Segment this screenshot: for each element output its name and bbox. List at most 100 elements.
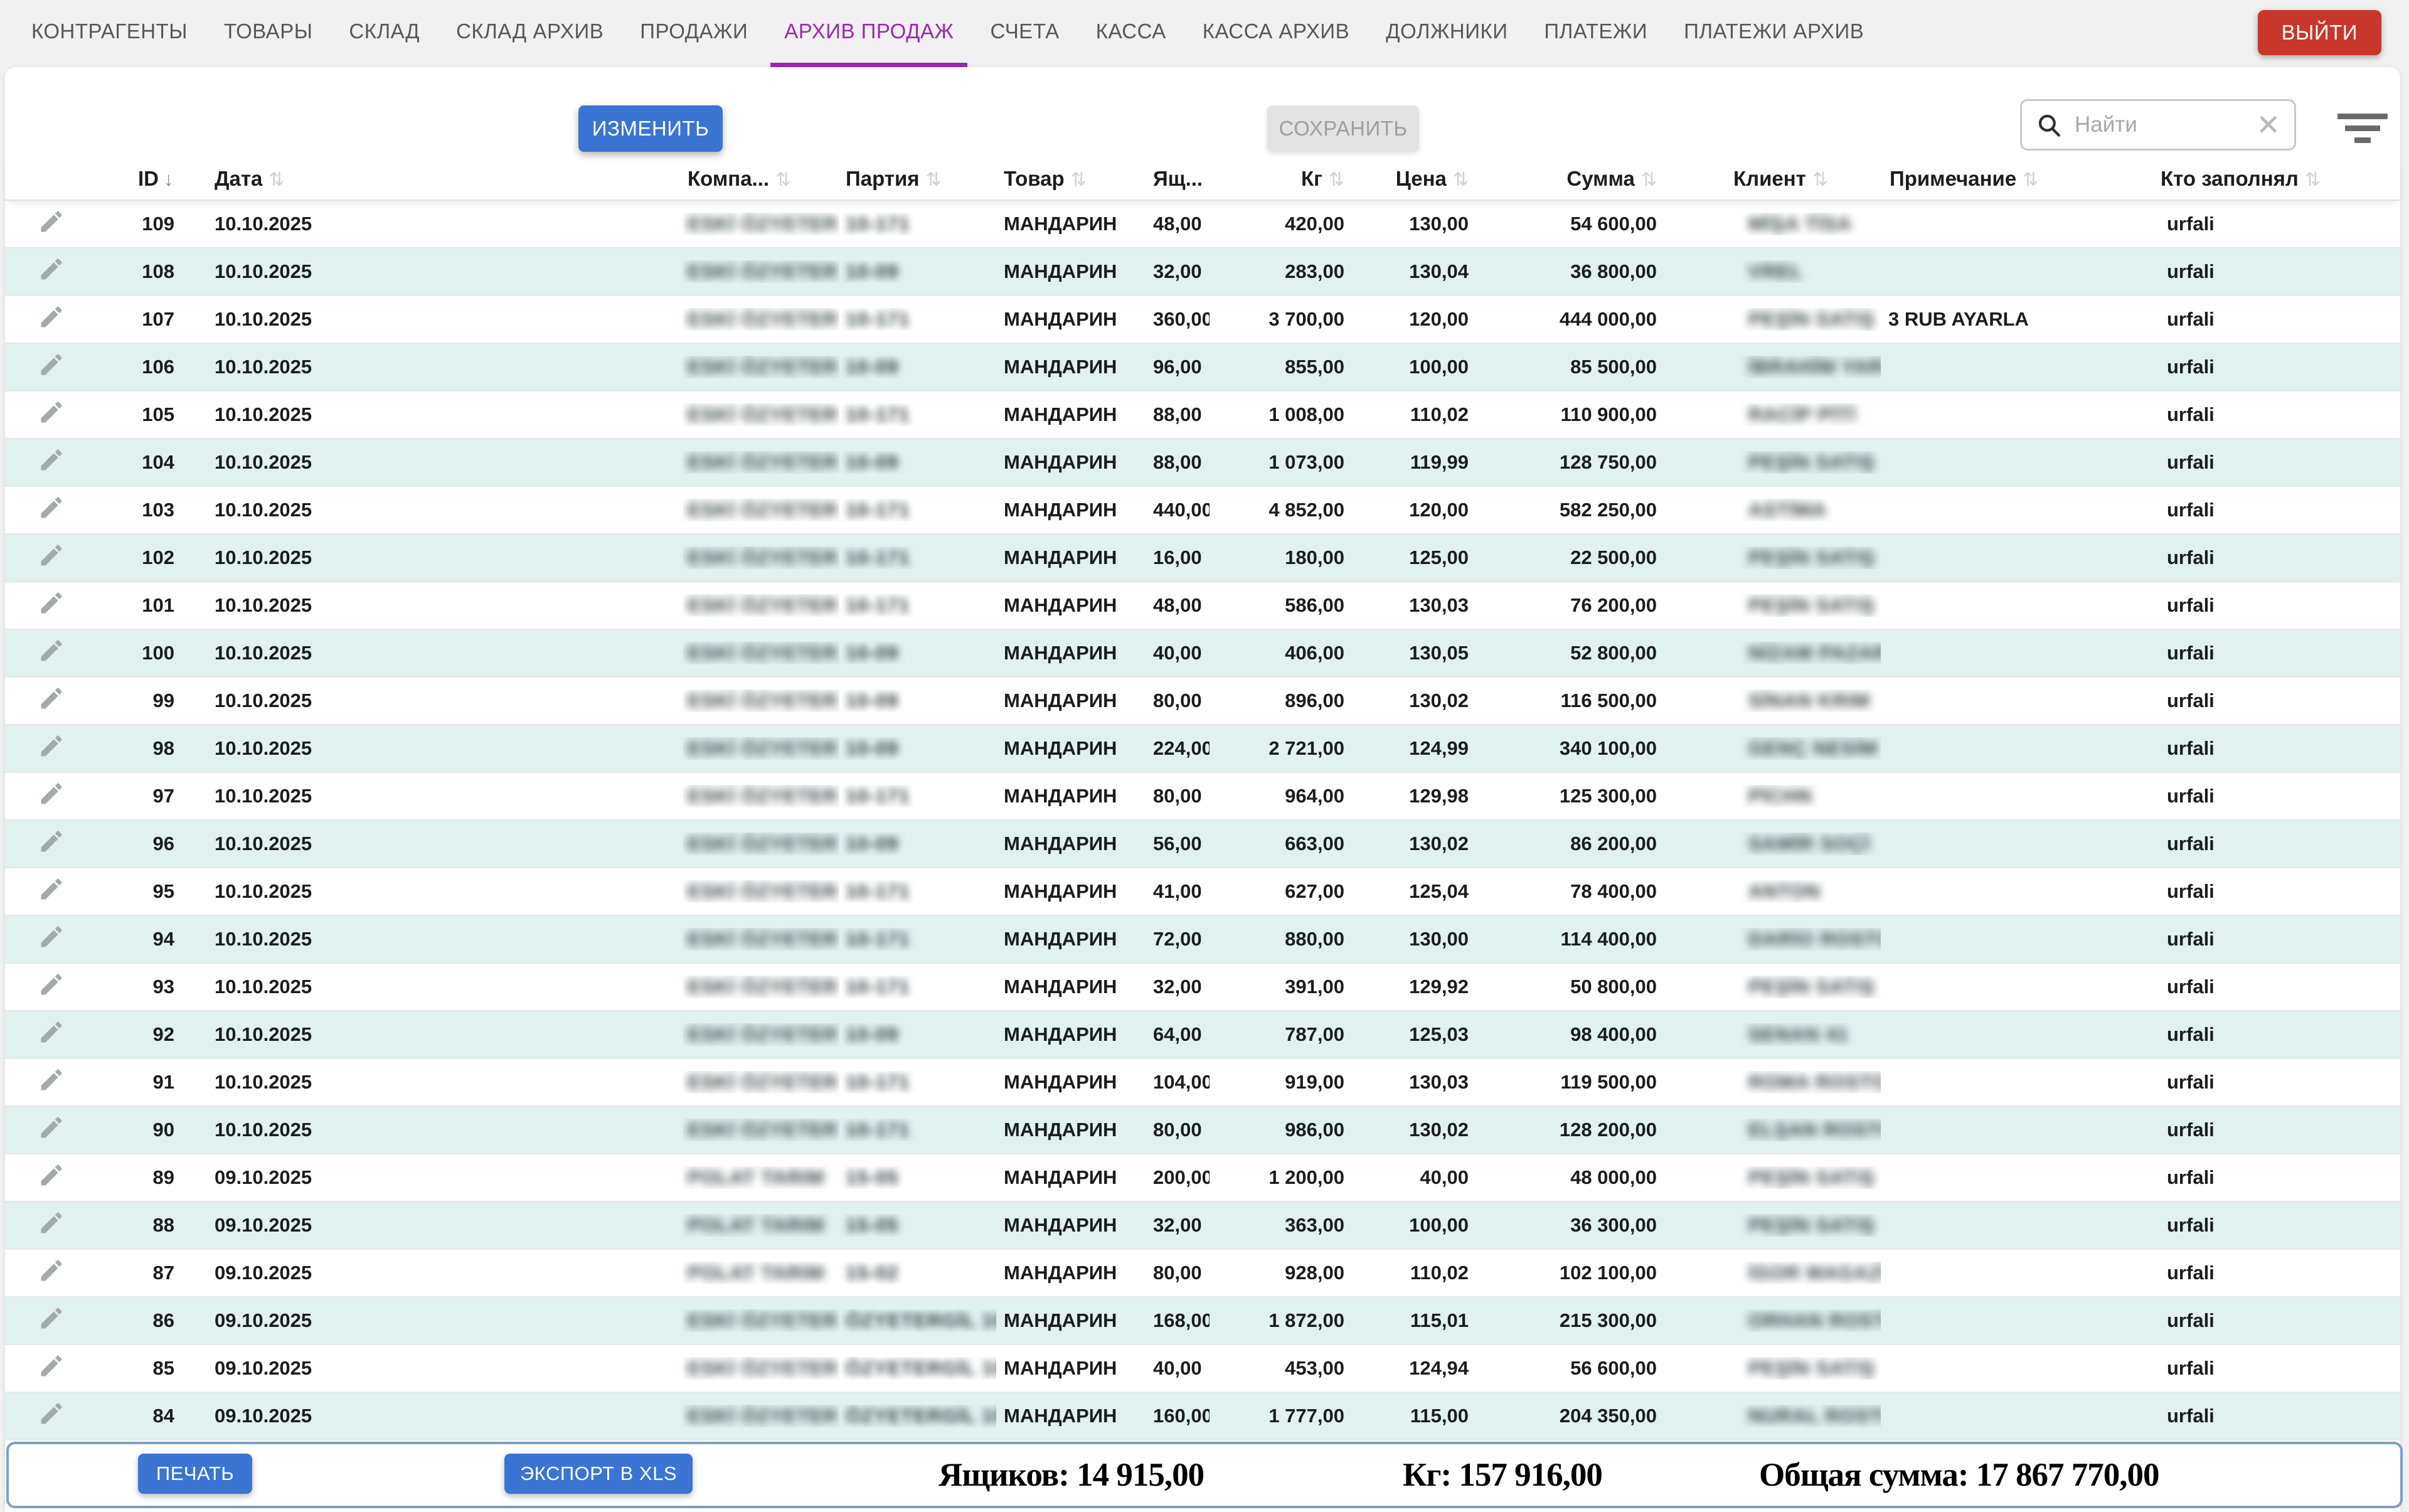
tab-должники[interactable]: ДОЛЖНИКИ [1372, 0, 1521, 67]
cell-client: NİZAM PAZAR [1664, 642, 1881, 664]
edit-icon[interactable] [38, 1257, 65, 1284]
censored-text: ESKİ ÖZYETER [688, 213, 838, 235]
edit-icon[interactable] [38, 398, 65, 426]
edit-icon[interactable] [38, 255, 65, 283]
censored-text: NURAL ROSTOV [1748, 1405, 1881, 1427]
censored-text: PEŞİN SATIŞ [1748, 546, 1875, 569]
save-button[interactable]: СОХРАНИТЬ [1267, 105, 1419, 152]
edit-icon[interactable] [38, 1304, 65, 1332]
edit-icon[interactable] [38, 637, 65, 664]
print-button[interactable]: ПЕЧАТЬ [138, 1454, 252, 1494]
edit-icon[interactable] [38, 1066, 65, 1094]
cell-edit [5, 1161, 99, 1194]
filter-icon[interactable] [2336, 114, 2389, 149]
cell-edit [5, 398, 99, 431]
cell-kg: 896,00 [1210, 689, 1351, 712]
logout-button[interactable]: ВЫЙТИ [2258, 10, 2381, 55]
edit-icon[interactable] [38, 208, 65, 235]
edit-button[interactable]: ИЗМЕНИТЬ [578, 105, 723, 152]
tab-продажи[interactable]: ПРОДАЖИ [626, 0, 762, 67]
edit-icon[interactable] [38, 303, 65, 331]
cell-edit [5, 1018, 99, 1051]
tab-счета[interactable]: СЧЕТА [976, 0, 1073, 67]
cell-filler: urfali [2151, 785, 2400, 807]
column-header-boxes[interactable]: Ящ...⇅ [1153, 167, 1210, 191]
edit-icon[interactable] [38, 541, 65, 569]
cell-client: PEŞİN SATIŞ [1664, 1214, 1881, 1237]
cell-sum: 340 100,00 [1476, 737, 1664, 760]
edit-icon[interactable] [38, 1114, 65, 1141]
edit-icon[interactable] [38, 1400, 65, 1427]
cell-edit [5, 828, 99, 860]
column-header-client[interactable]: Клиент⇅ [1664, 167, 1881, 191]
edit-icon[interactable] [38, 732, 65, 760]
column-header-kg[interactable]: Кг⇅ [1210, 167, 1351, 191]
tab-товары[interactable]: ТОВАРЫ [210, 0, 327, 67]
search-clear-icon[interactable]: ✕ [2256, 110, 2280, 139]
cell-company: POLAT TARIM [683, 1214, 839, 1237]
censored-text: ESKİ ÖZYETER [688, 1405, 838, 1427]
edit-icon[interactable] [38, 780, 65, 807]
column-header-note[interactable]: Примечание⇅ [1881, 167, 2151, 191]
edit-icon[interactable] [38, 589, 65, 617]
cell-price: 110,02 [1351, 403, 1476, 426]
cell-company: ESKİ ÖZYETER [683, 833, 839, 855]
column-header-filler[interactable]: Кто заполнял⇅ [2151, 167, 2400, 191]
tab-касса-архив[interactable]: КАССА АРХИВ [1189, 0, 1363, 67]
cell-edit [5, 1209, 99, 1242]
cell-edit [5, 1400, 99, 1432]
cell-client: SİNAN KRIM [1664, 689, 1881, 712]
cell-product: МАНДАРИН [996, 737, 1153, 760]
column-header-date[interactable]: Дата⇅ [174, 167, 683, 191]
column-header-price[interactable]: Цена⇅ [1351, 167, 1476, 191]
edit-icon[interactable] [38, 684, 65, 712]
cell-boxes: 80,00 [1153, 785, 1210, 807]
censored-text: PEŞİN SATIŞ [1748, 308, 1875, 331]
search-input[interactable] [2073, 112, 2256, 138]
sort-desc-icon: ↓ [164, 168, 174, 190]
nav-tabs: КОНТРАГЕНТЫТОВАРЫСКЛАДСКЛАД АРХИВПРОДАЖИ… [18, 0, 1886, 67]
cell-kg: 2 721,00 [1210, 737, 1351, 760]
cell-date: 10.10.2025 [174, 880, 683, 903]
cell-client: PEŞİN SATIŞ [1664, 594, 1881, 617]
edit-icon[interactable] [38, 1018, 65, 1046]
edit-icon[interactable] [38, 351, 65, 378]
cell-filler: urfali [2151, 1166, 2400, 1189]
tab-платежи-архив[interactable]: ПЛАТЕЖИ АРХИВ [1670, 0, 1878, 67]
edit-icon[interactable] [38, 1161, 65, 1189]
sort-icon: ⇅ [1329, 169, 1344, 190]
edit-icon[interactable] [38, 1209, 65, 1237]
censored-text: ESKİ ÖZYETER [688, 403, 838, 426]
cell-sum: 110 900,00 [1476, 403, 1664, 426]
edit-icon[interactable] [38, 446, 65, 474]
cell-batch: 10-171 [839, 785, 996, 807]
cell-price: 115,01 [1351, 1309, 1476, 1332]
column-header-batch[interactable]: Партия⇅ [839, 167, 996, 191]
tab-архив-продаж[interactable]: АРХИВ ПРОДАЖ [770, 0, 967, 67]
column-header-company[interactable]: Компа...⇅ [683, 167, 839, 191]
edit-icon[interactable] [38, 494, 65, 521]
export-xls-button[interactable]: ЭКСПОРТ В XLS [504, 1454, 693, 1494]
tab-платежи[interactable]: ПЛАТЕЖИ [1530, 0, 1661, 67]
cell-id: 100 [99, 642, 174, 664]
cell-edit [5, 208, 99, 240]
column-header-sum[interactable]: Сумма⇅ [1476, 167, 1664, 191]
search-box[interactable]: ✕ [2020, 99, 2296, 151]
edit-icon[interactable] [38, 828, 65, 855]
cell-date: 09.10.2025 [174, 1357, 683, 1380]
edit-icon[interactable] [38, 971, 65, 998]
edit-icon[interactable] [38, 923, 65, 950]
edit-icon[interactable] [38, 875, 65, 903]
tab-склад[interactable]: СКЛАД [335, 0, 433, 67]
tab-контрагенты[interactable]: КОНТРАГЕНТЫ [18, 0, 201, 67]
tab-касса[interactable]: КАССА [1082, 0, 1180, 67]
edit-icon[interactable] [38, 1352, 65, 1380]
cell-boxes: 168,00 [1153, 1309, 1210, 1332]
cell-boxes: 224,00 [1153, 737, 1210, 760]
column-header-id[interactable]: ID↓ [99, 167, 174, 191]
censored-text: SENAN 41 [1748, 1023, 1849, 1046]
tab-склад-архив[interactable]: СКЛАД АРХИВ [442, 0, 617, 67]
column-header-product[interactable]: Товар⇅ [996, 167, 1153, 191]
censored-text: ESKİ ÖZYETER [688, 642, 838, 664]
cell-date: 10.10.2025 [174, 976, 683, 998]
